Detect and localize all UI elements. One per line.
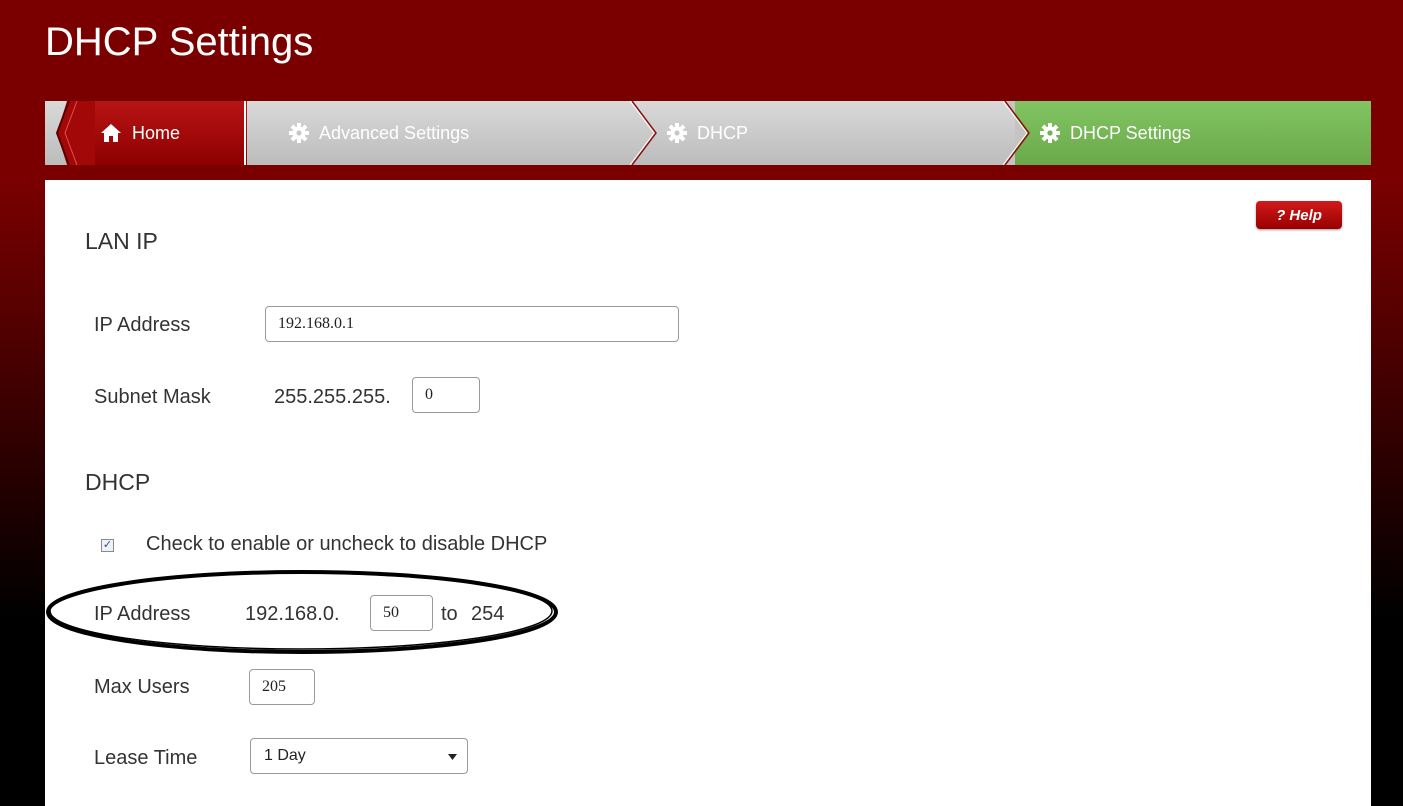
breadcrumb-separator [244,101,246,165]
gear-icon [667,123,687,143]
breadcrumb-chevron [1003,101,1030,165]
chevron-down-icon [448,754,457,760]
dhcp-enable-checkbox[interactable]: ✓ [101,539,114,552]
settings-panel: ? Help LAN IP IP Address Subnet Mask 255… [45,180,1371,806]
lease-time-select[interactable]: 1 Day [250,738,468,774]
dhcp-ip-start-input[interactable] [370,595,433,631]
breadcrumb-chevron [630,101,657,165]
breadcrumb-home-label: Home [132,123,181,143]
breadcrumb-left-cap [55,101,95,165]
home-icon [101,124,121,142]
dhcp-section-title: DHCP [85,469,151,495]
breadcrumb-advanced-settings-label: Advanced Settings [319,123,470,143]
breadcrumb-home[interactable]: Home [100,101,180,165]
gear-icon [1040,123,1060,143]
dhcp-ip-end: 254 [471,603,505,625]
max-users-input[interactable] [249,669,315,705]
max-users-label: Max Users [94,676,190,698]
lan-ip-address-label: IP Address [94,314,191,336]
breadcrumb-advanced-settings[interactable]: Advanced Settings [289,101,469,165]
help-button[interactable]: ? Help [1256,201,1342,229]
breadcrumb-dhcp-label: DHCP [697,123,749,143]
breadcrumb-dhcp-settings-label: DHCP Settings [1070,123,1191,143]
page-title: DHCP Settings [45,20,314,64]
subnet-mask-input[interactable] [412,377,480,413]
dhcp-enable-label: Check to enable or uncheck to disable DH… [146,533,548,555]
subnet-mask-prefix: 255.255.255. [274,386,391,408]
lan-ip-address-input[interactable] [265,306,679,342]
dhcp-ip-prefix: 192.168.0. [245,603,340,625]
breadcrumb-dhcp-settings[interactable]: DHCP Settings [1040,101,1191,165]
dhcp-to-label: to [441,603,458,625]
gear-icon [289,123,309,143]
lease-time-label: Lease Time [94,747,198,769]
subnet-mask-label: Subnet Mask [94,386,211,408]
breadcrumb-dhcp[interactable]: DHCP [667,101,748,165]
breadcrumb: Home Advanced Settings DHCP DHCP Setting… [45,101,1371,165]
lan-ip-section-title: LAN IP [85,228,158,254]
dhcp-ip-address-label: IP Address [94,603,191,625]
lease-time-value: 1 Day [264,747,306,764]
